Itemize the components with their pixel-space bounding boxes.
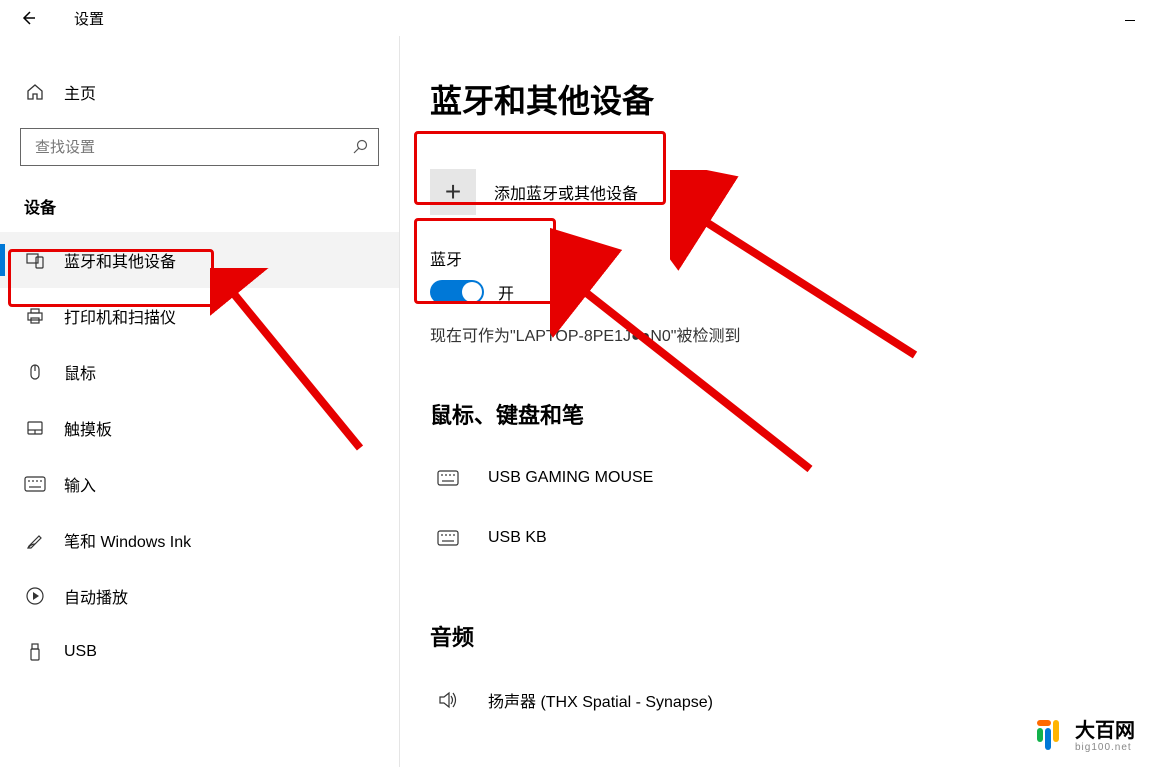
- devices-icon: [24, 249, 46, 271]
- plus-icon: +: [445, 178, 461, 206]
- device-category-heading: 音频: [430, 620, 1121, 652]
- sidebar-section-label: 设备: [0, 186, 399, 232]
- sidebar-item-label: 笔和 Windows Ink: [64, 528, 191, 552]
- sidebar-item-mouse[interactable]: 鼠标: [0, 344, 399, 400]
- watermark-sub: big100.net: [1075, 742, 1135, 753]
- pen-icon: [24, 529, 46, 551]
- back-button[interactable]: [10, 0, 46, 36]
- usb-icon: [24, 641, 46, 663]
- device-row[interactable]: USB KB: [430, 508, 1121, 568]
- minimize-button[interactable]: [1115, 10, 1145, 30]
- window-title: 设置: [74, 8, 104, 29]
- sidebar-item-label: 打印机和扫描仪: [64, 304, 176, 328]
- bluetooth-status-text: 现在可作为"LAPTOP-8PE1J●●N0"被检测到: [430, 322, 1121, 346]
- mouse-icon: [24, 361, 46, 383]
- home-icon: [24, 81, 46, 103]
- device-row[interactable]: 扬声器 (THX Spatial - Synapse): [430, 670, 1121, 730]
- sidebar-item-touchpad[interactable]: 触摸板: [0, 400, 399, 456]
- search-icon: [352, 139, 368, 155]
- watermark-main: 大百网: [1075, 720, 1135, 742]
- add-device-label: 添加蓝牙或其他设备: [494, 180, 638, 204]
- search-input[interactable]: [21, 129, 378, 165]
- bluetooth-toggle-label: 开: [498, 280, 514, 304]
- search-box[interactable]: [20, 128, 379, 166]
- watermark-logo-icon: [1037, 720, 1067, 750]
- add-device-button[interactable]: + 添加蓝牙或其他设备: [430, 156, 680, 228]
- device-name: USB GAMING MOUSE: [488, 469, 653, 487]
- minimize-icon: [1125, 20, 1135, 21]
- keyboard-icon: [24, 473, 46, 495]
- printer-icon: [24, 305, 46, 327]
- sidebar-item-label: 输入: [64, 472, 96, 496]
- sidebar-item-printers[interactable]: 打印机和扫描仪: [0, 288, 399, 344]
- back-arrow-icon: [20, 10, 36, 26]
- bluetooth-toggle[interactable]: [430, 280, 484, 304]
- device-row[interactable]: USB GAMING MOUSE: [430, 448, 1121, 508]
- sidebar-item-label: 自动播放: [64, 584, 128, 608]
- sidebar-item-bluetooth[interactable]: 蓝牙和其他设备: [0, 232, 399, 288]
- add-device-tile: +: [430, 169, 476, 215]
- touchpad-icon: [24, 417, 46, 439]
- device-category-heading: 鼠标、键盘和笔: [430, 398, 1121, 430]
- sidebar-home[interactable]: 主页: [0, 68, 399, 116]
- toggle-knob: [462, 282, 482, 302]
- page-title: 蓝牙和其他设备: [430, 76, 1121, 122]
- sidebar-item-label: 鼠标: [64, 360, 96, 384]
- play-icon: [24, 585, 46, 607]
- sidebar-item-label: 触摸板: [64, 416, 112, 440]
- bluetooth-subheading: 蓝牙: [430, 246, 1121, 270]
- sidebar-item-label: USB: [64, 643, 97, 661]
- sidebar-item-typing[interactable]: 输入: [0, 456, 399, 512]
- content-pane: 蓝牙和其他设备 + 添加蓝牙或其他设备 蓝牙 开 现在可作为"LAPTOP-8P…: [400, 36, 1151, 767]
- sidebar-item-label: 蓝牙和其他设备: [64, 248, 176, 272]
- sidebar-item-pen[interactable]: 笔和 Windows Ink: [0, 512, 399, 568]
- device-name: USB KB: [488, 529, 547, 547]
- keyboard-icon: [434, 524, 462, 552]
- sidebar: 主页 设备 蓝牙和其他设备打印机和扫描仪鼠标触摸板输入笔和 Windows In…: [0, 36, 400, 767]
- watermark: 大百网 big100.net: [1037, 720, 1135, 753]
- keyboard-icon: [434, 464, 462, 492]
- sidebar-item-usb[interactable]: USB: [0, 624, 399, 680]
- device-name: 扬声器 (THX Spatial - Synapse): [488, 688, 713, 712]
- speaker-icon: [434, 686, 462, 714]
- sidebar-home-label: 主页: [64, 80, 96, 104]
- sidebar-item-autoplay[interactable]: 自动播放: [0, 568, 399, 624]
